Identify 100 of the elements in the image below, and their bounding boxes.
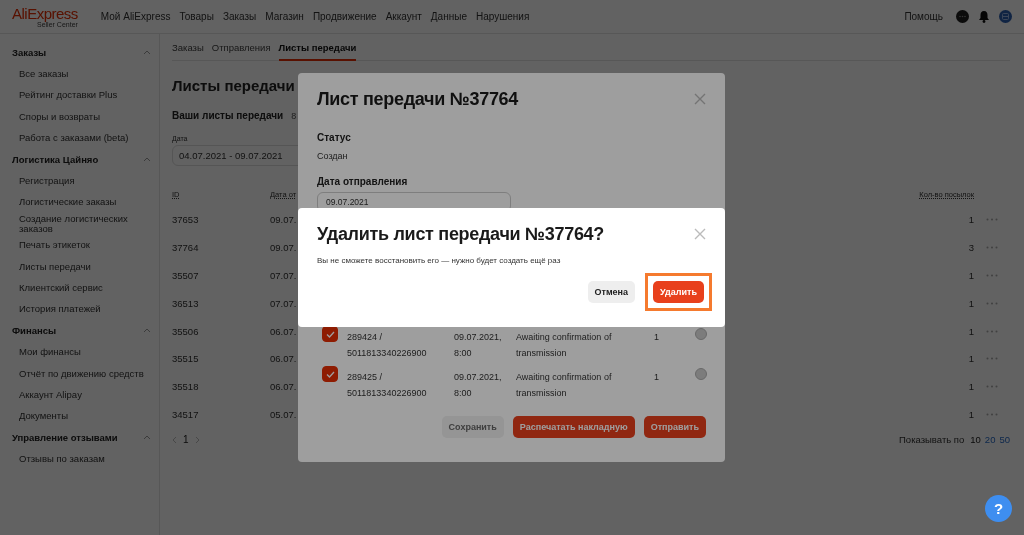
table-cell-text: 09.07. bbox=[270, 213, 297, 228]
close-button[interactable] bbox=[693, 92, 707, 106]
cancel-button[interactable]: Отмена bbox=[587, 281, 636, 303]
group-title: Управление отзывами bbox=[12, 432, 118, 444]
status-value: Создан bbox=[317, 151, 348, 161]
sidebar-item[interactable]: Споры и возвраты bbox=[12, 106, 158, 128]
parcel-count: 1 bbox=[654, 371, 660, 384]
section-title: Ваши листы передачи bbox=[172, 110, 284, 121]
sidebar-item[interactable]: Клиентский сервис bbox=[12, 277, 158, 299]
status-dot-icon[interactable] bbox=[695, 368, 707, 380]
chevron-right-icon[interactable] bbox=[194, 435, 200, 444]
sidebar-group[interactable]: Заказы bbox=[12, 42, 159, 64]
nav-link[interactable]: Заказы bbox=[222, 11, 257, 22]
sidebar-group[interactable]: Финансы bbox=[12, 320, 159, 342]
table-cell-text: 1 bbox=[968, 352, 974, 367]
table-cell-text: 1 bbox=[968, 380, 974, 395]
page-title: Листы передачи bbox=[172, 77, 296, 94]
table-cell-text: 06.07. bbox=[270, 324, 297, 339]
table-cell-text: 37653 bbox=[172, 213, 199, 228]
chevron-up-icon[interactable] bbox=[143, 328, 151, 334]
table-cell-text: 37764 bbox=[172, 241, 199, 256]
status-dot-icon[interactable] bbox=[695, 328, 707, 340]
dialog-title: Лист передачи №37764 bbox=[317, 89, 519, 110]
group-title: Финансы bbox=[12, 325, 57, 337]
table-cell-text: 1 bbox=[968, 296, 974, 311]
sidebar-item[interactable]: Работа с заказами (beta) bbox=[12, 127, 158, 149]
table-cell-text: 1 bbox=[968, 407, 974, 422]
parcel-id: 289424 / 5011813340226900 bbox=[347, 331, 428, 360]
page-size-option[interactable]: 10 bbox=[970, 434, 981, 446]
dialog-button[interactable]: Отправить bbox=[643, 416, 706, 438]
tab[interactable]: Листы передачи bbox=[278, 42, 357, 61]
date-value: 09.07.2021 bbox=[326, 197, 369, 207]
sidebar-item[interactable]: Логистические заказы bbox=[12, 191, 158, 214]
table-cell-text: 06.07. bbox=[270, 352, 297, 367]
sidebar-group[interactable]: Управление отзывами bbox=[12, 427, 159, 449]
parcel-count: 1 bbox=[654, 331, 660, 344]
table-cell-text: 34517 bbox=[172, 407, 199, 422]
sidebar-item[interactable]: Отзывы по заказам bbox=[12, 448, 158, 470]
page-number[interactable]: 1 bbox=[183, 434, 189, 446]
table-cell-text: 35507 bbox=[172, 269, 199, 283]
tab[interactable]: Отправления bbox=[211, 42, 271, 61]
parcel-date: 09.07.2021, 8:00 bbox=[454, 331, 503, 360]
nav-link[interactable]: Продвижение bbox=[312, 11, 377, 22]
table-cell-text: 1 bbox=[968, 213, 974, 228]
logo-name: AliExpress bbox=[12, 5, 78, 21]
check-icon bbox=[325, 370, 335, 378]
sidebar-item[interactable]: Печать этикеток bbox=[12, 234, 158, 256]
help-link[interactable]: Помощь bbox=[904, 11, 943, 22]
table-cell-text: 1 bbox=[968, 269, 974, 283]
chevron-up-icon[interactable] bbox=[143, 50, 151, 56]
close-button[interactable] bbox=[693, 227, 707, 241]
delete-button[interactable]: Удалить bbox=[653, 281, 704, 303]
sidebar-item[interactable]: История платежей bbox=[12, 298, 158, 321]
help-button[interactable]: ? bbox=[985, 495, 1012, 522]
page-size-label: Показывать по bbox=[899, 434, 965, 446]
nav-link[interactable]: Нарушения bbox=[475, 11, 530, 22]
nav-link[interactable]: Товары bbox=[179, 11, 214, 22]
group-title: Логистика Цайняо bbox=[12, 154, 99, 166]
sidebar-item[interactable]: Документы bbox=[12, 405, 158, 428]
nav-link[interactable]: Данные bbox=[430, 11, 467, 22]
sidebar-group[interactable]: Логистика Цайняо bbox=[12, 148, 159, 171]
tab[interactable]: Заказы bbox=[172, 42, 204, 61]
page-size-option[interactable]: 50 bbox=[999, 434, 1010, 446]
check-icon bbox=[325, 330, 335, 338]
table-cell-text: 35506 bbox=[172, 324, 199, 339]
table-cell-text: 07.07. bbox=[270, 269, 297, 283]
sidebar-item[interactable]: Отчёт по движению средств bbox=[12, 362, 158, 385]
sidebar-item[interactable]: Регистрация bbox=[12, 170, 158, 192]
table-cell-text: 07.07. bbox=[270, 296, 297, 311]
table-cell-text: 05.07. bbox=[270, 407, 297, 422]
table-cell-text: 36513 bbox=[172, 296, 199, 311]
parcel-status: Awaiting confirmation of transmission bbox=[516, 331, 613, 360]
table-cell-text: 09.07. bbox=[270, 241, 297, 256]
sidebar-item[interactable]: Создание логистических заказов bbox=[12, 213, 158, 235]
chevron-left-icon[interactable] bbox=[172, 435, 177, 444]
chat-icon[interactable] bbox=[956, 10, 969, 23]
checkbox[interactable] bbox=[322, 366, 338, 382]
avatar-icon[interactable] bbox=[999, 10, 1012, 23]
table-cell-text: 3 bbox=[968, 241, 974, 256]
table-cell-text: 1 bbox=[968, 324, 974, 339]
table-cell-text: 35515 bbox=[172, 352, 199, 367]
nav-link[interactable]: Мой AliExpress bbox=[100, 11, 171, 22]
sidebar-item[interactable]: Рейтинг доставки Plus bbox=[12, 84, 158, 107]
nav-link[interactable]: Магазин bbox=[265, 11, 304, 22]
sidebar-item[interactable]: Листы передачи bbox=[12, 255, 158, 278]
date-label: Дата отправления bbox=[317, 176, 408, 187]
sidebar-item[interactable]: Аккаунт Alipay bbox=[12, 384, 158, 406]
chevron-up-icon[interactable] bbox=[143, 435, 151, 441]
parcel-date: 09.07.2021, 8:00 bbox=[454, 371, 503, 400]
chevron-up-icon[interactable] bbox=[143, 157, 151, 163]
nav-link[interactable]: Аккаунт bbox=[385, 11, 422, 22]
bell-icon[interactable] bbox=[978, 10, 990, 23]
table-cell-text: 35518 bbox=[172, 380, 199, 395]
dialog-message: Вы не сможете восстановить его — нужно будет создать ещё раз bbox=[317, 256, 562, 265]
dialog-button[interactable]: Распечатать накладную bbox=[512, 416, 635, 438]
table-cell-text: 06.07. bbox=[270, 380, 297, 395]
dialog-title: Удалить лист передачи №37764? bbox=[317, 224, 605, 245]
page-size-option[interactable]: 20 bbox=[984, 434, 996, 446]
sidebar-item[interactable]: Мои финансы bbox=[12, 341, 158, 363]
sidebar-item[interactable]: Все заказы bbox=[12, 63, 158, 85]
